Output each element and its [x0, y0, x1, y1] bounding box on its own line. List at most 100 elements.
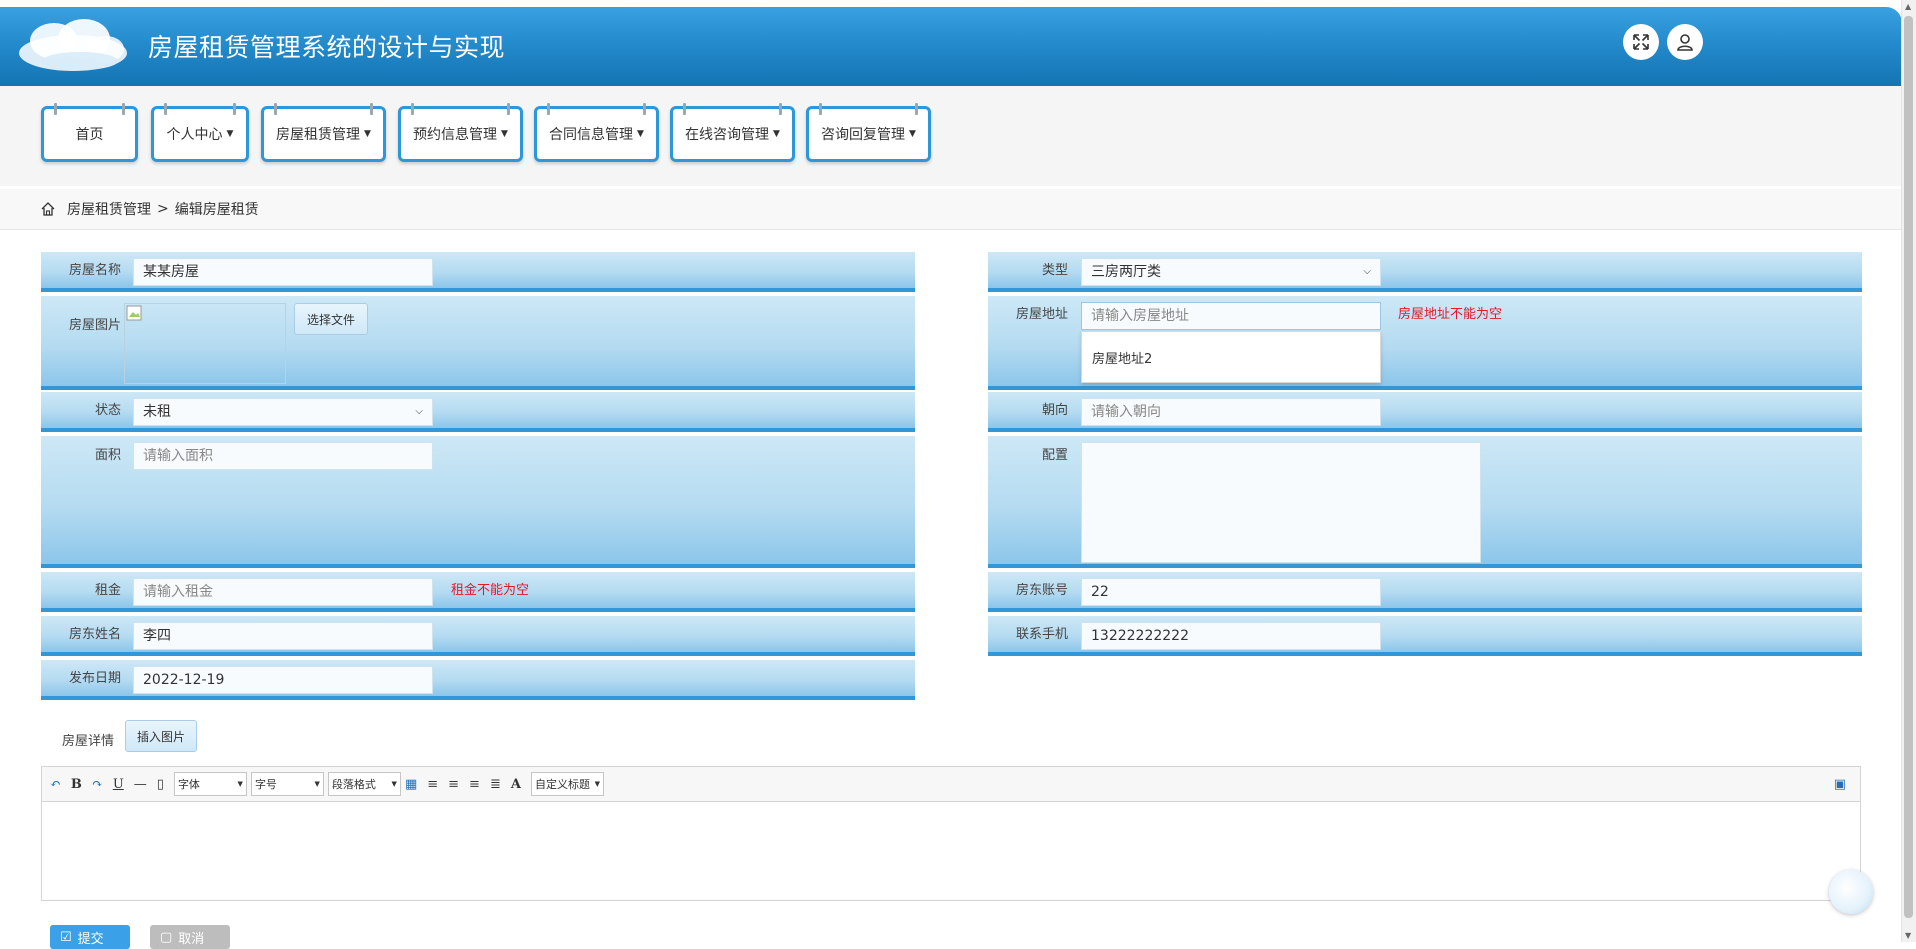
insert-image-button[interactable]: 插入图片: [125, 720, 197, 752]
rent-error: 租金不能为空: [451, 583, 530, 598]
caret-down-icon: ▼: [637, 129, 644, 139]
nav-contract[interactable]: 合同信息管理 ▼: [534, 103, 659, 162]
paragraph-format-value: 段落格式: [331, 778, 376, 791]
rent-input[interactable]: 请输入租金: [133, 578, 433, 606]
source-code-icon[interactable]: ▣: [1834, 777, 1846, 792]
publish-date-label: 发布日期: [68, 671, 121, 686]
cloud-logo-icon: [19, 19, 127, 71]
breadcrumb: 房屋租赁管理 > 编辑房屋租赁: [0, 189, 1902, 230]
address-error: 房屋地址不能为空: [1398, 307, 1503, 322]
page-icon[interactable]: ▯: [157, 777, 164, 792]
row-house-name: 房屋名称 某某房屋: [41, 252, 915, 292]
area-label: 面积: [94, 448, 121, 463]
type-value: 三房两厅类: [1091, 264, 1161, 280]
nav-consult-reply-label: 咨询回复管理: [821, 127, 906, 143]
fullscreen-button[interactable]: [1623, 24, 1659, 60]
chevron-down-icon: ⌵: [1363, 266, 1371, 277]
caret-down-icon: ▼: [909, 129, 916, 139]
row-status: 状态 未租 ⌵: [41, 392, 915, 432]
broken-image-icon: [126, 305, 142, 321]
scroll-up-icon[interactable]: ▲: [1905, 2, 1911, 11]
table-icon[interactable]: ▦: [405, 777, 417, 792]
address-suggestion-dropdown: 房屋地址2: [1081, 331, 1381, 383]
nav-house-rental-label: 房屋租赁管理: [276, 127, 361, 143]
redo-icon[interactable]: ↷: [92, 777, 103, 792]
custom-title-value: 自定义标题: [534, 778, 590, 791]
horizontal-rule-icon[interactable]: —: [134, 777, 147, 792]
status-value: 未租: [143, 404, 171, 420]
config-textarea[interactable]: [1081, 442, 1481, 563]
address-label: 房屋地址: [1015, 307, 1068, 322]
editor-body[interactable]: [41, 802, 1861, 901]
nav-house-rental[interactable]: 房屋租赁管理 ▼: [261, 103, 386, 162]
font-size-select[interactable]: 字号 ▼: [250, 772, 324, 796]
underline-button[interactable]: U: [113, 777, 124, 792]
nav-consult-reply[interactable]: 咨询回复管理 ▼: [806, 103, 931, 162]
undo-icon[interactable]: ↶: [50, 777, 61, 792]
address-input[interactable]: 请输入房屋地址: [1081, 302, 1381, 330]
breadcrumb-parent[interactable]: 房屋租赁管理: [67, 199, 151, 219]
row-landlord-account: 房东账号 22: [988, 572, 1862, 612]
row-rent: 租金 请输入租金 租金不能为空: [41, 572, 915, 612]
type-select[interactable]: 三房两厅类 ⌵: [1081, 258, 1381, 286]
area-input[interactable]: 请输入面积: [133, 442, 433, 470]
address-suggestion-item[interactable]: 房屋地址2: [1092, 348, 1152, 367]
row-config: 配置: [988, 436, 1862, 568]
row-area: 面积 请输入面积: [41, 436, 915, 568]
details-label: 房屋详情: [61, 734, 114, 749]
editor-toolbar: ↶ B ↷ U — ▯ 字体 ▼ 字号 ▼ 段落格式 ▼ ▦ ≡ ≡ ≡ ≣ A 自定…: [41, 766, 1861, 802]
row-type: 类型 三房两厅类 ⌵: [988, 252, 1862, 292]
font-family-select[interactable]: 字体 ▼: [173, 772, 247, 796]
house-name-input[interactable]: 某某房屋: [133, 258, 433, 286]
paragraph-format-select[interactable]: 段落格式 ▼: [327, 772, 401, 796]
breadcrumb-current: 编辑房屋租赁: [174, 202, 259, 218]
cancel-label: 取消: [178, 931, 205, 947]
nav-home[interactable]: 首页: [41, 103, 138, 162]
caret-down-icon: ▼: [773, 129, 780, 139]
app-header: 房屋租赁管理系统的设计与实现: [0, 7, 1902, 86]
cancel-square-icon: ▢: [160, 929, 173, 945]
page-scrollbar[interactable]: ▲ ▼: [1901, 0, 1916, 942]
align-justify-icon[interactable]: ≣: [490, 777, 501, 792]
submit-label: 提交: [77, 931, 104, 947]
nav-reservation[interactable]: 预约信息管理 ▼: [398, 103, 523, 162]
orientation-input[interactable]: 请输入朝向: [1081, 398, 1381, 426]
type-label: 类型: [1041, 263, 1068, 278]
landlord-account-input[interactable]: 22: [1081, 578, 1381, 606]
bold-button[interactable]: B: [71, 777, 82, 792]
submit-button[interactable]: ☑ 提交: [50, 925, 130, 949]
font-color-button[interactable]: A: [511, 777, 521, 792]
nav-personal-center[interactable]: 个人中心 ▼: [151, 103, 249, 162]
row-publish-date: 发布日期 2022-12-19: [41, 660, 915, 700]
nav-online-consult[interactable]: 在线咨询管理 ▼: [670, 103, 795, 162]
custom-title-select[interactable]: 自定义标题 ▼: [530, 772, 604, 796]
scroll-down-icon[interactable]: ▼: [1905, 931, 1911, 940]
orientation-label: 朝向: [1041, 403, 1068, 418]
breadcrumb-separator: >: [157, 201, 169, 217]
align-left-icon[interactable]: ≡: [427, 777, 438, 792]
expand-icon: [1633, 34, 1649, 50]
scrollbar-thumb[interactable]: [1904, 16, 1913, 918]
landlord-name-input[interactable]: 李四: [133, 622, 433, 650]
landlord-name-label: 房东姓名: [68, 627, 121, 642]
choose-file-button[interactable]: 选择文件: [294, 303, 368, 335]
align-right-icon[interactable]: ≡: [448, 777, 459, 792]
user-button[interactable]: [1667, 24, 1703, 60]
floating-action-button[interactable]: [1829, 870, 1873, 914]
caret-down-icon: ▼: [594, 780, 600, 788]
status-select[interactable]: 未租 ⌵: [133, 398, 433, 426]
font-family-value: 字体: [177, 778, 200, 791]
config-label: 配置: [1041, 448, 1068, 463]
phone-label: 联系手机: [1015, 627, 1068, 642]
app-title: 房屋租赁管理系统的设计与实现: [148, 33, 506, 62]
font-size-value: 字号: [254, 778, 277, 791]
row-phone: 联系手机 13222222222: [988, 616, 1862, 656]
align-center-icon[interactable]: ≡: [469, 777, 480, 792]
publish-date-input[interactable]: 2022-12-19: [133, 666, 433, 694]
user-icon: [1677, 34, 1693, 51]
home-icon[interactable]: [40, 201, 56, 217]
status-label: 状态: [94, 403, 121, 418]
caret-down-icon: ▼: [237, 780, 243, 788]
phone-input[interactable]: 13222222222: [1081, 622, 1381, 650]
cancel-button[interactable]: ▢ 取消: [150, 925, 230, 949]
